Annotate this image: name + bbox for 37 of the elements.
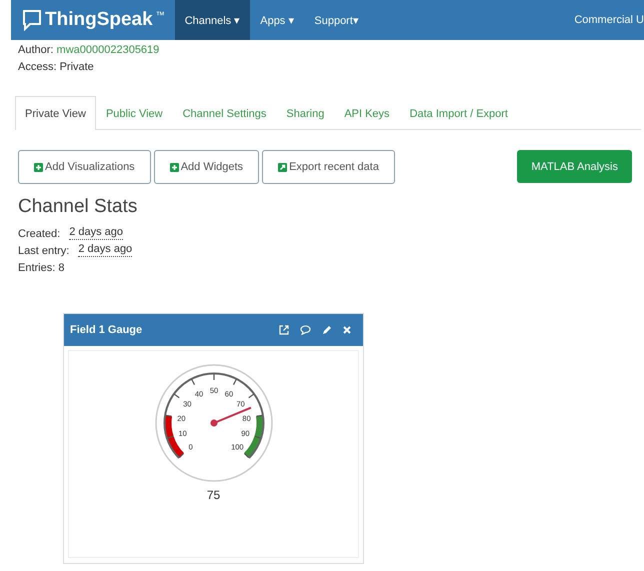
access-text: Access: Private: [18, 61, 94, 73]
widget-title: Field 1 Gauge: [70, 324, 142, 336]
safe-zone-band: [243, 415, 263, 458]
tab[interactable]: API Keys: [334, 96, 400, 130]
gauge-value: 75: [206, 488, 220, 502]
tab[interactable]: Sharing: [276, 96, 334, 130]
section-title: Channel Stats: [18, 196, 138, 218]
tab[interactable]: Private View: [15, 96, 96, 130]
nav-menu[interactable]: Apps ▾: [250, 0, 304, 40]
action-button[interactable]: Add Widgets: [154, 150, 260, 184]
tab[interactable]: Channel Settings: [172, 96, 276, 130]
speech-bubble-icon: [22, 9, 42, 31]
tab[interactable]: Public View: [96, 96, 173, 130]
stat-label: Last entry:: [18, 244, 70, 259]
action-button[interactable]: Export recent data: [262, 150, 395, 184]
action-button[interactable]: Add Visualizations: [18, 150, 151, 184]
stat-value: 2 days ago: [78, 243, 132, 257]
stat-value: 2 days ago: [69, 226, 124, 240]
logo-text[interactable]: ThingSpeak: [45, 9, 153, 31]
comment-icon[interactable]: [300, 325, 311, 335]
author-link[interactable]: mwa0000022305619: [56, 44, 160, 56]
pencil-icon[interactable]: [322, 325, 332, 335]
nav-menu[interactable]: Support▾: [304, 0, 369, 40]
plus-icon: [170, 162, 179, 172]
tab[interactable]: Data Import / Export: [400, 96, 518, 130]
entries-text: Entries: 8: [18, 261, 64, 276]
close-icon[interactable]: [343, 326, 351, 334]
trademark: ™: [156, 10, 165, 20]
nav-link[interactable]: Commercial U: [564, 0, 644, 40]
author-label: Author:: [18, 44, 54, 56]
stat-label: Created:: [18, 227, 60, 242]
plus-icon: [34, 162, 43, 172]
export-icon: [278, 162, 288, 172]
nav-menu[interactable]: Channels ▾: [174, 0, 250, 40]
external-link-icon[interactable]: [279, 325, 289, 335]
matlab-analysis-button[interactable]: MATLAB Analysis: [517, 150, 632, 183]
gauge-needle: [210, 406, 251, 426]
